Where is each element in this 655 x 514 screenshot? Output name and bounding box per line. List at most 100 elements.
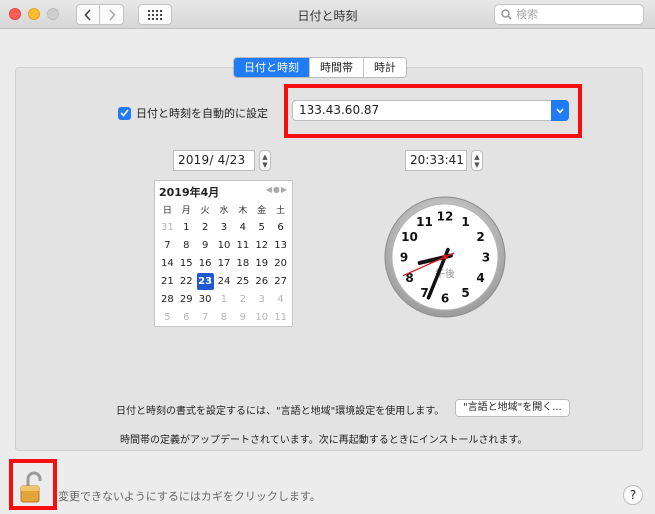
calendar-day-label: 3 <box>220 222 228 233</box>
calendar-day[interactable]: 5 <box>158 309 177 327</box>
calendar-day[interactable]: 14 <box>158 255 177 273</box>
calendar-day[interactable]: 13 <box>271 237 290 255</box>
date-stepper[interactable]: ▲ ▼ <box>259 150 271 171</box>
calendar-day[interactable]: 16 <box>196 255 215 273</box>
calendar-day-label: 15 <box>179 258 193 269</box>
calendar-day-label: 10 <box>255 312 269 323</box>
calendar-day-label: 26 <box>255 276 269 287</box>
calendar-day[interactable]: 28 <box>158 291 177 309</box>
calendar-day[interactable]: 10 <box>252 309 271 327</box>
calendar-day-label: 18 <box>236 258 250 269</box>
calendar-day[interactable]: 23 <box>196 273 215 291</box>
calendar-day-label: 2 <box>201 222 209 233</box>
calendar-day[interactable]: 1 <box>215 291 234 309</box>
calendar-day-label: 23 <box>196 273 214 290</box>
calendar-day[interactable]: 2 <box>196 219 215 237</box>
calendar-day[interactable]: 9 <box>196 237 215 255</box>
calendar-day[interactable]: 29 <box>177 291 196 309</box>
calendar-day[interactable]: 21 <box>158 273 177 291</box>
calendar-day[interactable]: 11 <box>233 237 252 255</box>
stepper-up-icon[interactable]: ▲ <box>474 153 479 161</box>
stepper-up-icon[interactable]: ▲ <box>262 153 267 161</box>
clock-number: 1 <box>461 215 469 229</box>
next-month-icon[interactable]: ▶ <box>281 185 288 194</box>
time-server-select[interactable]: 133.43.60.87 <box>292 100 569 121</box>
calendar-day[interactable]: 15 <box>177 255 196 273</box>
calendar-day[interactable]: 2 <box>233 291 252 309</box>
calendar-day-label: 21 <box>161 276 174 287</box>
search-field[interactable] <box>494 4 644 25</box>
calendar-day-label: 29 <box>179 294 193 305</box>
clock-center-pin <box>442 254 448 260</box>
calendar-day[interactable]: 22 <box>177 273 196 291</box>
stepper-down-icon[interactable]: ▼ <box>262 161 267 169</box>
calendar-day[interactable]: 7 <box>158 237 177 255</box>
auto-set-row: 日付と時刻を自動的に設定 <box>118 105 268 121</box>
calendar-day[interactable]: 6 <box>177 309 196 327</box>
calendar-day[interactable]: 18 <box>233 255 252 273</box>
calendar[interactable]: 2019年4月 ◀●▶ 日月火水木金土 31 1 2 3 4 5 6 7 8 9 10 11 12 13 14… <box>154 180 293 327</box>
calendar-day[interactable]: 1 <box>177 219 196 237</box>
calendar-day[interactable]: 25 <box>233 273 252 291</box>
calendar-day[interactable]: 3 <box>215 219 234 237</box>
calendar-day-label: 4 <box>239 222 247 233</box>
calendar-day[interactable]: 17 <box>215 255 234 273</box>
calendar-day[interactable]: 4 <box>233 219 252 237</box>
prev-month-icon[interactable]: ◀ <box>266 185 273 194</box>
clock-number: 2 <box>476 230 484 244</box>
calendar-day-label: 31 <box>161 222 174 233</box>
calendar-day-label: 6 <box>277 222 284 233</box>
calendar-day[interactable]: 10 <box>215 237 234 255</box>
timezone-notice: 時間帯の定義がアップデートされています。次に再起動するときにインストールされます… <box>120 435 528 446</box>
calendar-day[interactable]: 4 <box>271 291 290 309</box>
open-language-region-button[interactable]: "言語と地域"を開く... <box>455 399 570 417</box>
calendar-day[interactable]: 26 <box>252 273 271 291</box>
calendar-day[interactable]: 31 <box>158 219 177 237</box>
lock-icon[interactable] <box>18 470 48 504</box>
calendar-day[interactable]: 20 <box>271 255 290 273</box>
time-stepper[interactable]: ▲ ▼ <box>471 150 483 171</box>
calendar-nav: ◀●▶ <box>266 185 288 194</box>
calendar-day-label: 1 <box>220 294 228 305</box>
calendar-day[interactable]: 7 <box>196 309 215 327</box>
calendar-day[interactable]: 30 <box>196 291 215 309</box>
calendar-day[interactable]: 24 <box>215 273 234 291</box>
calendar-day-label: 10 <box>217 240 231 251</box>
auto-set-checkbox[interactable] <box>118 106 131 120</box>
tab-time-zone[interactable]: 時間帯 <box>310 58 364 77</box>
select-arrow[interactable] <box>551 100 569 121</box>
calendar-day-label: 7 <box>164 240 171 251</box>
calendar-day[interactable]: 5 <box>252 219 271 237</box>
chevron-down-icon <box>556 108 564 114</box>
search-input[interactable] <box>516 8 636 21</box>
calendar-day[interactable]: 27 <box>271 273 290 291</box>
today-icon[interactable]: ● <box>273 185 281 194</box>
calendar-day-label: 27 <box>274 276 287 287</box>
calendar-day[interactable]: 11 <box>271 309 290 327</box>
calendar-day[interactable]: 8 <box>177 237 196 255</box>
time-field[interactable]: 20:33:41 <box>405 150 467 171</box>
calendar-weekday: 土 <box>276 206 286 216</box>
help-button[interactable]: ? <box>623 485 643 505</box>
calendar-day[interactable]: 19 <box>252 255 271 273</box>
stepper-down-icon[interactable]: ▼ <box>474 161 479 169</box>
calendar-day[interactable]: 3 <box>252 291 271 309</box>
calendar-weekday: 金 <box>257 206 267 216</box>
calendar-day-label: 5 <box>164 312 171 323</box>
calendar-day[interactable]: 6 <box>271 219 290 237</box>
checkmark-icon <box>120 109 129 117</box>
calendar-day-label: 20 <box>274 258 287 269</box>
calendar-weekday: 日 <box>162 206 172 216</box>
calendar-day[interactable]: 8 <box>215 309 234 327</box>
format-instructions: 日付と時刻の書式を設定するには、"言語と地域"環境設定を使用します。 <box>116 406 445 417</box>
tab-clock[interactable]: 時計 <box>364 58 406 77</box>
calendar-day-label: 6 <box>183 312 190 323</box>
auto-set-label[interactable]: 日付と時刻を自動的に設定 <box>136 105 268 121</box>
analog-clock: 12 1234567891011 午後 <box>384 196 506 318</box>
calendar-day-label: 28 <box>161 294 174 305</box>
calendar-day[interactable]: 12 <box>252 237 271 255</box>
calendar-day[interactable]: 9 <box>233 309 252 327</box>
tab-date-time[interactable]: 日付と時刻 <box>234 58 310 77</box>
calendar-day-label: 2 <box>239 294 247 305</box>
date-field[interactable]: 2019/ 4/23 <box>173 150 255 171</box>
